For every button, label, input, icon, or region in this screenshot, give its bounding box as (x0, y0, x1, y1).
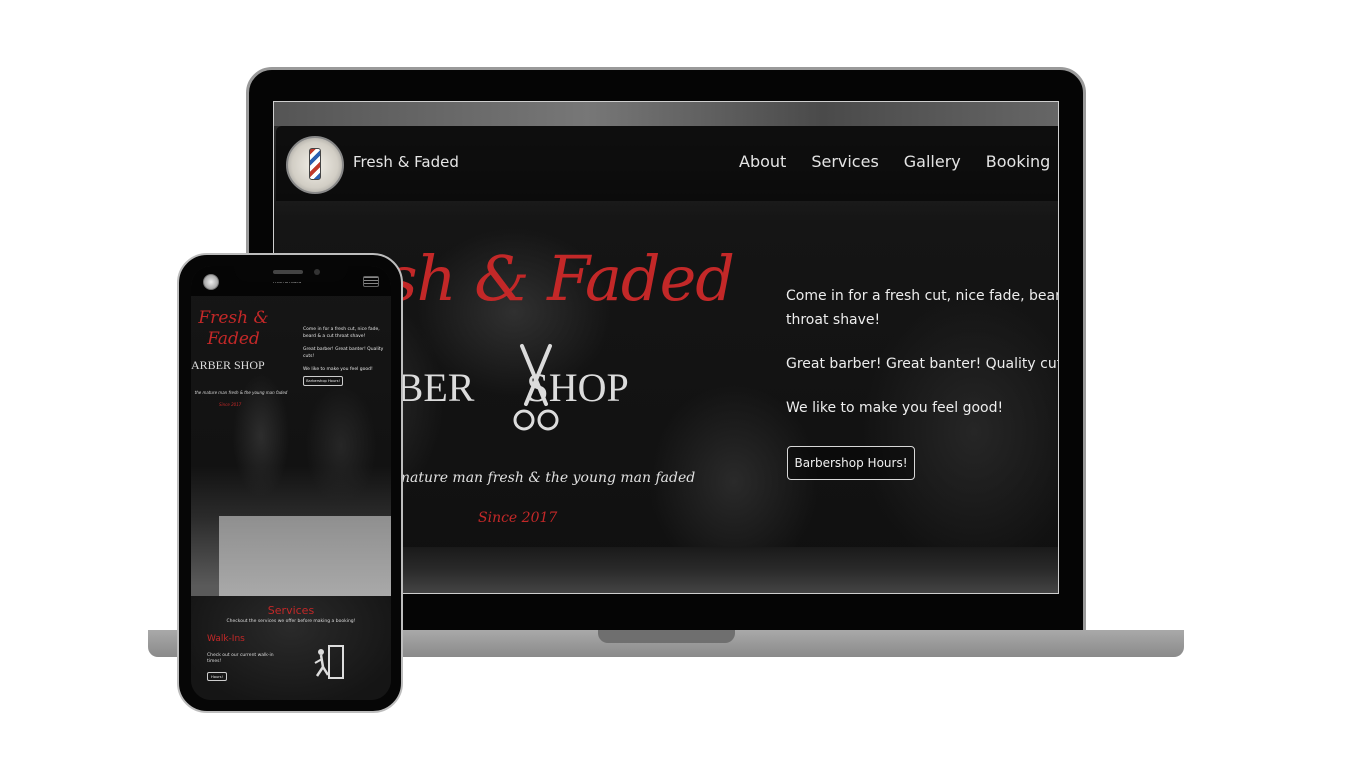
mobile-hero-copy: Come in for a fresh cut, nice fade, bear… (303, 327, 384, 372)
barbershop-hours-button[interactable]: Barbershop Hours! (787, 446, 915, 480)
barber-pole-icon (309, 148, 321, 180)
hero-copy-line: Come in for a fresh cut, nice fade, bear… (786, 288, 1059, 328)
hero-copy: Come in for a fresh cut, nice fade, bear… (786, 284, 1059, 440)
nav-booking[interactable]: Booking (986, 152, 1051, 171)
walk-in-door-icon (314, 645, 344, 679)
hero-copy-line: Great barber! Great banter! Quality cuts… (786, 356, 1059, 372)
nav-gallery[interactable]: Gallery (904, 152, 961, 171)
mobile-tagline: the mature man fresh & the young man fad… (194, 390, 288, 395)
phone-camera (314, 269, 320, 275)
phone-speaker (273, 270, 303, 274)
navbar: Fresh & Faded About Services Gallery Boo… (276, 126, 1058, 201)
walkins-hours-button[interactable]: Hours! (207, 672, 227, 681)
hero-tagline: e mature man fresh & the young man faded (384, 470, 696, 486)
nav-services[interactable]: Services (811, 152, 878, 171)
mobile-hours-button[interactable]: Barbershop Hours! (303, 376, 343, 386)
services-subtitle: Checkout the services we offer before ma… (226, 619, 356, 624)
barbershop-wordmark: RBER SHOP (370, 364, 629, 411)
phone-screen: Fresh & Faded Fresh & Faded ARBER SHOP t… (191, 266, 391, 700)
mobile-wordmark: ARBER SHOP (191, 358, 265, 372)
hero-ceiling (274, 102, 1058, 126)
walkins-subtitle: Check out our current walk-in times! (207, 653, 274, 664)
mobile-hero-floor (219, 516, 391, 596)
mobile-hero-title: Fresh & Faded (198, 308, 269, 349)
mobile-services-section: Services Checkout the services we offer … (191, 596, 391, 700)
hero-copy-line: We like to make you feel good! (786, 400, 1004, 416)
since-label: Since 2017 (478, 510, 558, 526)
mobile-logo-icon[interactable] (203, 274, 219, 290)
walkins-title: Walk-Ins (207, 634, 245, 644)
nav-about[interactable]: About (739, 152, 786, 171)
scissors-icon (513, 344, 559, 431)
services-title: Services (267, 604, 315, 617)
hamburger-menu-icon[interactable] (363, 276, 379, 287)
nav-links: About Services Gallery Booking C (739, 152, 1058, 171)
barber-logo-icon[interactable] (286, 136, 344, 194)
mobile-since-label: Since 2017 (219, 402, 242, 407)
brand-name[interactable]: Fresh & Faded (353, 153, 459, 171)
laptop-hinge (598, 630, 735, 643)
